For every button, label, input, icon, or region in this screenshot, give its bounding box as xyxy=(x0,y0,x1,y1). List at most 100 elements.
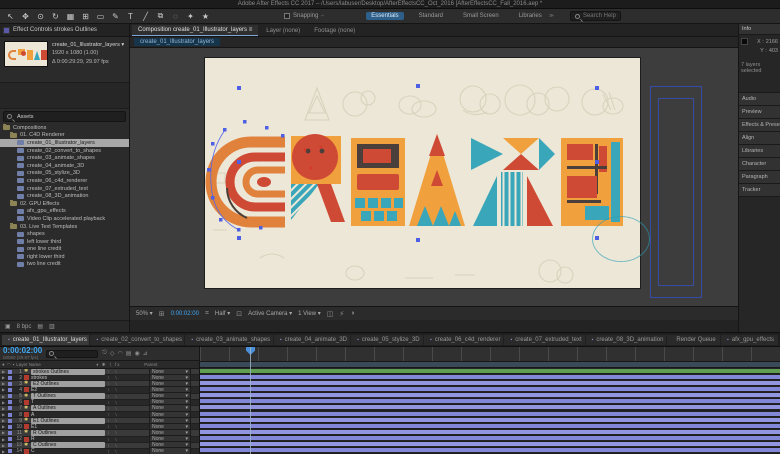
eye-icon[interactable]: ● xyxy=(2,362,5,367)
workspace-tab[interactable]: Small Screen xyxy=(458,12,504,20)
label-color-chip[interactable] xyxy=(8,387,12,392)
frame-blend-icon[interactable]: ▤ xyxy=(126,350,132,357)
resolution-dropdown[interactable]: Half ▾ xyxy=(215,310,230,317)
layer-duration-bar[interactable] xyxy=(200,405,780,410)
project-item[interactable]: Compositions xyxy=(0,124,129,132)
label-color-chip[interactable] xyxy=(8,449,12,454)
project-item[interactable]: afx_gpu_effects xyxy=(0,208,129,216)
bit-depth-label[interactable]: 8 bpc xyxy=(17,324,32,330)
interpret-footage-icon[interactable]: ▣ xyxy=(5,323,11,330)
twirl-arrow-icon[interactable]: ▶ xyxy=(2,412,6,417)
panel-section-tab[interactable]: Libraries xyxy=(739,145,780,158)
timeline-tab[interactable]: ▪ create_05_stylize_3D xyxy=(351,334,423,345)
label-color-chip[interactable] xyxy=(8,437,12,442)
project-item[interactable]: 03. Live Text Templates xyxy=(0,222,129,231)
layer-name[interactable]: T xyxy=(31,399,105,405)
twirl-arrow-icon[interactable]: ▶ xyxy=(2,449,6,454)
effect-controls-tab[interactable]: Effect Controls strokes Outlines xyxy=(13,27,97,33)
project-search[interactable] xyxy=(3,111,126,122)
tool-button[interactable]: ✦ xyxy=(184,11,197,22)
layer-switches[interactable]: ∖ ∖ xyxy=(107,449,147,454)
parent-header[interactable]: Parent xyxy=(144,362,157,367)
layer-name[interactable]: A Outlines xyxy=(31,405,105,412)
twirl-arrow-icon[interactable]: ▶ xyxy=(2,394,6,399)
timeline-tab[interactable]: ▪ create_02_convert_to_shapes xyxy=(90,334,185,345)
label-color-chip[interactable] xyxy=(8,375,12,380)
project-item[interactable]: shapes xyxy=(0,230,129,238)
label-color-chip[interactable] xyxy=(8,394,12,399)
layer-name[interactable]: E1 Outlines xyxy=(31,417,105,424)
layer-switches[interactable]: ∖ ∖ xyxy=(107,387,147,392)
timeline-tab[interactable]: ▪ create_08_3D_animation xyxy=(585,334,667,345)
panel-section-tab[interactable]: Paragraph xyxy=(739,171,780,184)
layer-name[interactable]: T Outlines xyxy=(31,393,105,400)
layer-name[interactable]: R Outlines xyxy=(31,429,105,436)
magnification-dropdown[interactable]: 50% ▾ xyxy=(136,310,153,317)
project-search-input[interactable] xyxy=(15,112,95,121)
layer-duration-bar[interactable] xyxy=(200,374,780,379)
layer-switches[interactable]: ∖ ∖ xyxy=(107,394,147,399)
project-item[interactable]: create_05_stylize_3D xyxy=(0,170,129,178)
viewer-timecode[interactable]: 0:00:02:00 xyxy=(171,311,199,317)
grid-guides-icon[interactable]: ⊞ xyxy=(159,310,165,318)
layer-duration-bar[interactable] xyxy=(200,448,780,453)
label-color-chip[interactable] xyxy=(8,400,12,405)
label-color-chip[interactable] xyxy=(8,443,12,448)
label-color-chip[interactable] xyxy=(8,369,12,374)
project-item[interactable]: left lower third xyxy=(0,238,129,246)
twirl-arrow-icon[interactable]: ▶ xyxy=(2,443,6,448)
twirl-arrow-icon[interactable]: ▶ xyxy=(2,369,6,374)
parent-dropdown[interactable]: None ▾ xyxy=(149,447,191,454)
layer-switches[interactable]: ∖ ∖ xyxy=(107,437,147,442)
panel-section-tab[interactable]: Preview xyxy=(739,106,780,119)
timeline-tab[interactable]: ▪ create_04_animate_3D xyxy=(273,334,351,345)
panel-section-tab[interactable]: Audio xyxy=(739,93,780,106)
tool-button[interactable]: ▦ xyxy=(64,11,77,22)
layer-duration-bar[interactable] xyxy=(200,423,780,428)
project-item[interactable]: 01. C4D Renderer xyxy=(0,131,129,140)
layer-duration-bar[interactable] xyxy=(200,417,780,422)
layer-name[interactable]: A xyxy=(31,412,105,418)
tool-button[interactable]: ★ xyxy=(199,11,212,22)
pixel-aspect-icon[interactable]: ◫ xyxy=(327,310,334,318)
playhead-line[interactable] xyxy=(250,347,251,454)
snapping-checkbox[interactable] xyxy=(284,13,290,19)
layer-switches[interactable]: ∖ ∖ xyxy=(107,418,147,423)
project-item[interactable]: create_01_Illustrator_layers xyxy=(0,139,129,147)
project-item[interactable]: create_02_convert_to_shapes xyxy=(0,147,129,155)
layer-name-header[interactable]: Layer Name xyxy=(16,362,94,367)
tool-button[interactable]: ✥ xyxy=(19,11,32,22)
project-item[interactable]: one line credit xyxy=(0,246,129,254)
layer-switches[interactable]: ∖ ∖ xyxy=(107,375,147,380)
timeline-tab[interactable]: ▪ create_07_extruded_text xyxy=(504,334,585,345)
tool-button[interactable]: ⧉ xyxy=(154,11,167,22)
view-layout-dropdown[interactable]: 1 View ▾ xyxy=(298,310,321,317)
project-item[interactable]: create_03_animate_shapes xyxy=(0,154,129,162)
layer-switches[interactable]: ∖ ∖ xyxy=(107,406,147,411)
layer-bar-track[interactable] xyxy=(200,447,780,454)
timeline-track-area[interactable] xyxy=(200,347,780,454)
search-help-box[interactable]: Search Help xyxy=(569,11,621,21)
layer-name[interactable]: C xyxy=(31,448,105,454)
composition-canvas[interactable] xyxy=(205,58,640,288)
workspace-tab[interactable]: Libraries xyxy=(514,12,547,20)
lock-icon[interactable]: ▪ xyxy=(13,362,15,367)
panel-section-tab[interactable]: Effects & Presets xyxy=(739,119,780,132)
twirl-arrow-icon[interactable]: ▶ xyxy=(2,400,6,405)
project-item[interactable]: right lower third xyxy=(0,253,129,261)
label-color-chip[interactable] xyxy=(8,424,12,429)
exposure-icon[interactable]: ◑ xyxy=(350,310,354,317)
timeline-tab[interactable]: ▪ create_01_Illustrator_layers xyxy=(2,334,90,345)
tool-button[interactable]: ⊞ xyxy=(79,11,92,22)
label-color-chip[interactable] xyxy=(8,406,12,411)
layer-switches[interactable]: ∖ ∖ xyxy=(107,369,147,374)
delete-icon[interactable]: ▥ xyxy=(49,323,55,330)
layer-duration-bar[interactable] xyxy=(200,430,780,434)
composition-mini-flowchart-icon[interactable]: ⎋ xyxy=(102,350,107,357)
current-timecode[interactable]: 0:00:02:00 xyxy=(3,347,42,355)
layer-duration-bar[interactable] xyxy=(200,399,780,404)
layer-name[interactable]: strokes xyxy=(31,375,105,381)
label-color-chip[interactable] xyxy=(8,430,12,435)
layer-switches[interactable]: ∖ ∖ xyxy=(107,424,147,429)
viewer-tab[interactable]: Footage (none) xyxy=(308,26,361,36)
